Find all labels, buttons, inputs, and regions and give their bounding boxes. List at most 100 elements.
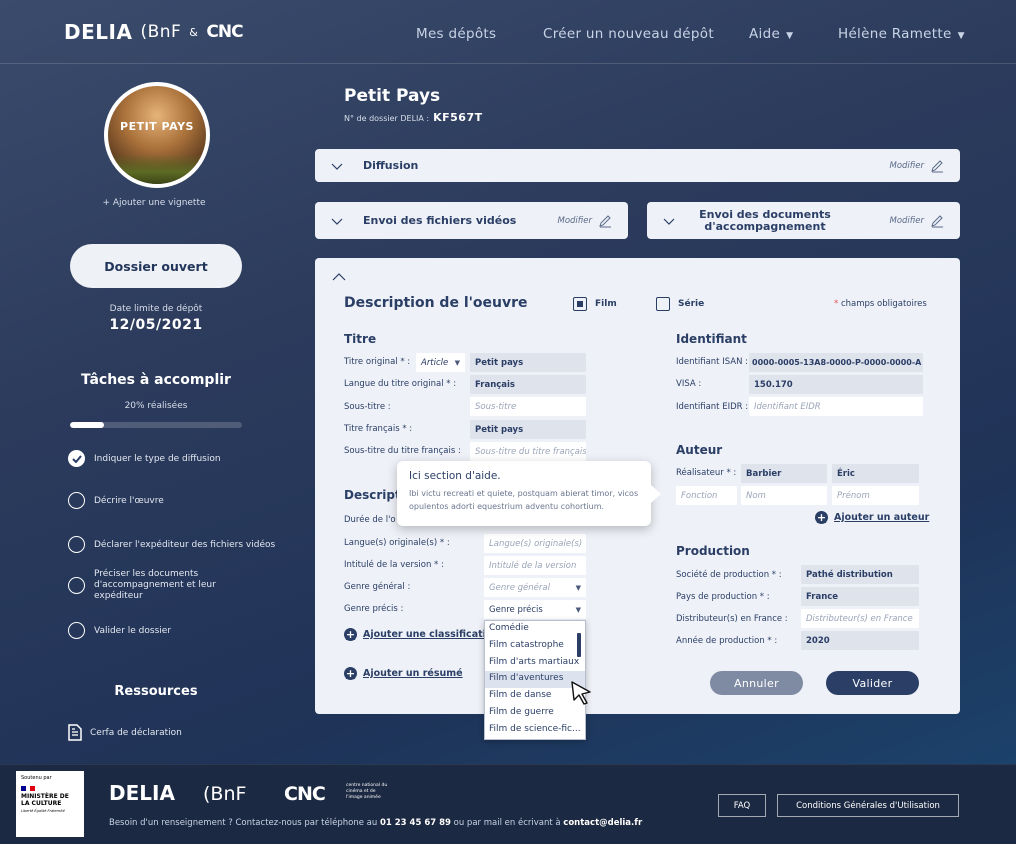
french-subtitle-input[interactable]: Sous-titre du titre français xyxy=(470,442,586,461)
nav-user-menu[interactable]: Hélène Ramette ▼ xyxy=(838,26,965,42)
dropdown-scrollbar[interactable] xyxy=(577,633,581,657)
year-input[interactable]: 2020 xyxy=(801,631,919,650)
empty-circle-icon xyxy=(68,622,85,639)
identifier-heading: Identifiant xyxy=(676,332,747,346)
footer: Soutenu par MINISTÈRE DE LA CULTURE Libe… xyxy=(0,764,1016,844)
chevron-down-icon xyxy=(331,163,343,170)
task-label: Déclarer l'expéditeur des fichiers vidéo… xyxy=(94,539,276,550)
country-input[interactable]: France xyxy=(801,587,919,606)
nav-my-deposits[interactable]: Mes dépôts xyxy=(416,26,496,42)
general-genre-select[interactable]: Genre général ▼ xyxy=(484,578,586,597)
gov-support-label: Soutenu par xyxy=(21,775,52,781)
terms-button[interactable]: Conditions Générales d'Utilisation xyxy=(777,794,959,817)
add-thumbnail-link[interactable]: + Ajouter une vignette xyxy=(54,198,254,208)
task-item-documents[interactable]: Préciser les documents d'accompagnement … xyxy=(68,569,244,602)
footer-bnf-logo: (BnF xyxy=(203,783,247,805)
precise-genre-select[interactable]: Genre précis ▼ xyxy=(484,600,586,619)
title-language-input[interactable]: Français xyxy=(470,375,586,394)
chevron-down-icon: ▼ xyxy=(957,31,965,41)
thumbnail-landscape xyxy=(108,154,206,184)
checkbox-label: Série xyxy=(678,299,705,309)
french-title-input[interactable]: Petit pays xyxy=(470,420,586,439)
add-author-label: Ajouter un auteur xyxy=(834,512,930,523)
dropdown-option[interactable]: Film d'arts martiaux xyxy=(485,655,585,672)
original-language-label: Langue(s) originale(s) * : xyxy=(344,538,450,548)
faq-button[interactable]: FAQ xyxy=(718,794,766,817)
progress-label: 20% réalisées xyxy=(124,401,188,411)
modify-button[interactable]: Modifier xyxy=(557,214,612,228)
document-icon xyxy=(68,724,82,741)
eidr-label: Identifiant EIDR : xyxy=(676,402,749,412)
original-language-input[interactable]: Langue(s) originale(s) xyxy=(484,534,586,553)
version-input[interactable]: Intitulé de la version xyxy=(484,556,586,575)
author-name-input[interactable]: Nom xyxy=(741,486,827,505)
task-item-validate[interactable]: Valider le dossier xyxy=(68,622,171,639)
contact-email[interactable]: contact@delia.fr xyxy=(563,818,642,828)
task-item-describe[interactable]: Décrire l'œuvre xyxy=(68,492,164,509)
accordion-documents[interactable]: Envoi des documents d'accompagnement Mod… xyxy=(647,202,960,239)
original-title-input[interactable]: Petit pays xyxy=(470,353,586,372)
chevron-up-icon[interactable] xyxy=(332,272,346,282)
title-language-label: Langue du titre original * : xyxy=(344,379,457,389)
resource-link-cerfa[interactable]: Cerfa de déclaration xyxy=(68,724,182,741)
company-input[interactable]: Pathé distribution xyxy=(801,565,919,584)
cancel-button[interactable]: Annuler xyxy=(710,671,803,695)
plus-icon: + xyxy=(815,511,828,524)
validate-button[interactable]: Valider xyxy=(826,671,919,695)
empty-circle-icon xyxy=(68,536,85,553)
check-icon xyxy=(68,450,85,467)
eidr-input[interactable]: Identifiant EIDR xyxy=(749,397,923,416)
page-title: Petit Pays xyxy=(344,86,441,106)
add-classification-link[interactable]: + Ajouter une classification xyxy=(344,628,499,641)
dropdown-option[interactable]: Comédie xyxy=(485,621,585,638)
author-firstname-input[interactable]: Prénom xyxy=(832,486,919,505)
thumbnail-title: PETIT PAYS xyxy=(120,120,194,133)
chevron-down-icon: ▼ xyxy=(786,31,794,41)
modify-label: Modifier xyxy=(557,215,592,226)
subtitle-input[interactable]: Sous-titre xyxy=(470,397,586,416)
visa-label: VISA : xyxy=(676,379,702,389)
director-firstname-input[interactable]: Éric xyxy=(832,464,919,483)
distributor-input[interactable]: Distributeur(s) en France xyxy=(801,609,919,628)
checkbox-empty-icon xyxy=(656,297,670,311)
dropdown-option[interactable]: Film catastrophe xyxy=(485,638,585,655)
french-title-label: Titre français * : xyxy=(344,424,413,434)
contact-phone[interactable]: 01 23 45 67 89 xyxy=(380,818,451,828)
resources-title: Ressources xyxy=(114,684,198,699)
logo-cnc-text: CNC xyxy=(206,22,243,42)
task-item-diffusion[interactable]: Indiquer le type de diffusion xyxy=(68,450,221,467)
article-select[interactable]: Article ▼ xyxy=(416,353,465,372)
film-thumbnail: PETIT PAYS xyxy=(104,82,210,188)
accordion-label: Envoi des fichiers vidéos xyxy=(363,213,517,227)
chevron-down-icon: ▼ xyxy=(454,358,460,367)
ministry-name: MINISTÈRE DE LA CULTURE xyxy=(21,793,69,807)
director-label: Réalisateur * : xyxy=(676,468,737,478)
dropdown-option[interactable]: Film de guerre xyxy=(485,705,585,722)
modify-button[interactable]: Modifier xyxy=(889,159,944,173)
nav-new-deposit[interactable]: Créer un nouveau dépôt xyxy=(543,26,714,42)
film-checkbox[interactable]: Film xyxy=(573,297,617,311)
modify-button[interactable]: Modifier xyxy=(889,214,944,228)
distributor-label: Distributeur(s) en France : xyxy=(676,614,788,624)
add-summary-link[interactable]: + Ajouter un résumé xyxy=(344,667,463,680)
mouse-cursor-icon xyxy=(571,681,591,705)
serie-checkbox[interactable]: Série xyxy=(656,297,704,311)
empty-circle-icon xyxy=(68,492,85,509)
nav-help-menu[interactable]: Aide ▼ xyxy=(749,26,793,42)
accordion-label: Envoi des documents d'accompagnement xyxy=(699,207,831,233)
checkbox-label: Film xyxy=(595,299,617,309)
dropdown-option[interactable]: Film de science-fic... xyxy=(485,722,585,739)
isan-input[interactable]: 0000-0005-13A8-0000-P-0000-0000-A xyxy=(749,353,923,372)
accordion-label: Diffusion xyxy=(363,158,419,172)
visa-input[interactable]: 150.170 xyxy=(749,375,923,394)
add-classification-label: Ajouter une classification xyxy=(363,629,500,640)
deadline-label: Date limite de dépôt xyxy=(109,304,203,314)
task-item-video-sender[interactable]: Déclarer l'expéditeur des fichiers vidéo… xyxy=(68,536,275,553)
description-heading: Descript xyxy=(344,488,401,502)
author-role-input[interactable]: Fonction xyxy=(676,486,737,505)
accordion-diffusion[interactable]: Diffusion Modifier xyxy=(315,149,960,182)
delia-logo[interactable]: DELIA (BnF & CNC xyxy=(64,20,244,44)
director-lastname-input[interactable]: Barbier xyxy=(741,464,827,483)
accordion-video-files[interactable]: Envoi des fichiers vidéos Modifier xyxy=(315,202,628,239)
add-author-link[interactable]: + Ajouter un auteur xyxy=(815,511,929,524)
